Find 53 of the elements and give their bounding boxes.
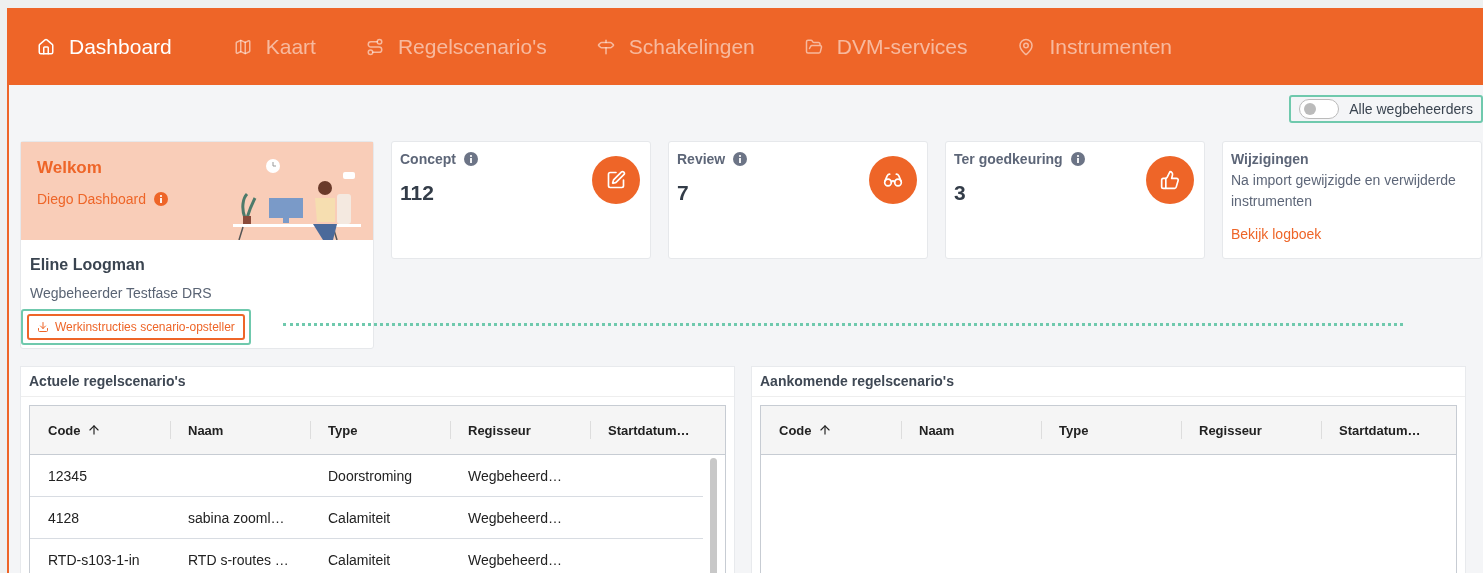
table-row[interactable]: 4128 sabina zooml… Calamiteit Wegbeheerd… (30, 497, 703, 539)
toggle-switch[interactable]: Alle wegbeheerders (1299, 99, 1473, 119)
map-icon (233, 37, 252, 56)
table-cell: RTD s-routes … (188, 551, 289, 568)
house-icon (37, 37, 55, 56)
download-icon (37, 321, 49, 333)
folder-icon (804, 37, 823, 56)
welcome-subtitle: Diego Dashboard (37, 191, 146, 207)
glasses-badge-icon (869, 156, 917, 204)
table-cell: Calamiteit (328, 551, 391, 568)
thumbs-up-badge-icon (1146, 156, 1194, 204)
stat-description: Na import gewijzigde en verwijderde instrumenten (1231, 171, 1457, 211)
stat-title: Review (677, 151, 726, 167)
table-cell: 12345 (48, 467, 87, 484)
table-row[interactable]: 12345 Doorstroming Wegbeheerd… (30, 455, 703, 497)
column-header[interactable]: Startdatum… (590, 406, 730, 454)
stat-title: Concept (400, 151, 456, 167)
table-cell: Wegbeheerd… (468, 467, 562, 484)
table-cell: 4128 (48, 509, 80, 526)
panel-title: Actuele regelscenario's (21, 367, 734, 397)
welcome-title: Welkom (37, 158, 103, 178)
table-cell: Wegbeheerd… (468, 509, 562, 526)
table-cell: Calamiteit (328, 509, 391, 526)
column-header[interactable]: Code (761, 406, 901, 454)
map-pin-icon (1017, 37, 1036, 56)
column-header[interactable]: Naam (901, 406, 1041, 454)
table-cell: Wegbeheerd… (468, 551, 562, 568)
stat-value: 7 (677, 181, 690, 205)
signpost-icon (596, 37, 615, 56)
column-header[interactable]: Naam (170, 406, 310, 454)
info-icon (464, 152, 478, 166)
column-header[interactable]: Type (1041, 406, 1181, 454)
stat-title: Wijzigingen (1231, 151, 1309, 167)
info-icon (1070, 152, 1085, 166)
stat-title: Ter goedkeuring (954, 151, 1063, 167)
table-row[interactable]: RTD-s103-1-in RTD s-routes … Calamiteit Wegbeheerd… (30, 539, 703, 573)
info-icon (733, 152, 748, 166)
info-icon (153, 192, 168, 206)
table-cell: RTD-s103-1-in (48, 551, 140, 568)
column-header[interactable]: Regisseur (1181, 406, 1321, 454)
user-role: Wegbeheerder Testfase DRS (30, 285, 213, 301)
table-cell: sabina zooml… (188, 509, 285, 526)
table-cell: Doorstroming (328, 467, 413, 484)
edit-badge-icon (592, 156, 640, 204)
column-header[interactable]: Code (30, 406, 170, 454)
column-header[interactable]: Type (310, 406, 450, 454)
route-icon (365, 37, 384, 56)
column-header[interactable]: Regisseur (450, 406, 590, 454)
stat-value: 112 (400, 181, 435, 205)
column-header[interactable]: Startdatum… (1321, 406, 1461, 454)
stat-value: 3 (954, 181, 967, 205)
panel-title: Aankomende regelscenario's (752, 367, 1465, 397)
user-name: Eline Loogman (30, 256, 146, 274)
